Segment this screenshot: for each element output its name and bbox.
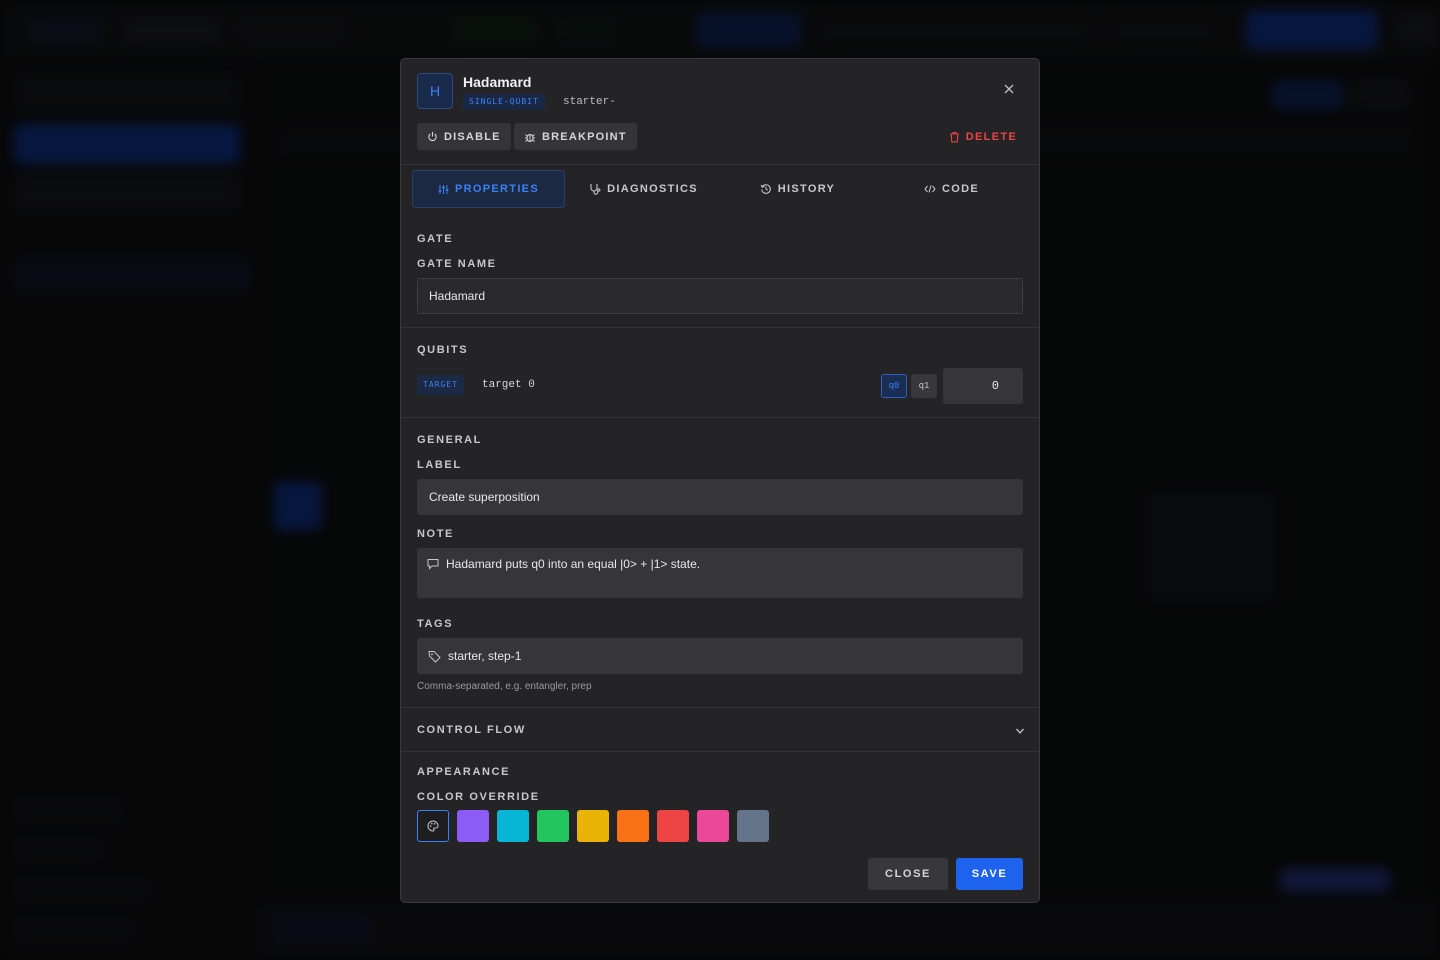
sliders-icon: [438, 184, 449, 194]
tag-icon: [428, 650, 441, 663]
label-field-label: LABEL: [417, 459, 462, 471]
color-reset-swatch[interactable]: [417, 810, 449, 842]
comment-icon: [427, 559, 439, 570]
disable-label: DISABLE: [444, 130, 501, 143]
code-icon: [924, 185, 936, 193]
tags-value: starter, step-1: [448, 649, 522, 663]
qubit-index-input[interactable]: 0: [943, 368, 1023, 404]
gate-properties-dialog: H Hadamard SINGLE-QUBIT starter- DISABLE…: [400, 58, 1040, 903]
gate-section-heading: GATE: [417, 233, 454, 245]
general-section-heading: GENERAL: [417, 434, 482, 446]
palette-icon: [427, 820, 439, 832]
color-swatch-orange[interactable]: [617, 810, 649, 842]
tab-label: CODE: [942, 183, 979, 195]
tab-label: HISTORY: [777, 183, 836, 195]
bug-icon: [525, 133, 535, 142]
qubit-role-badge: TARGET: [417, 375, 464, 395]
dialog-header: H Hadamard SINGLE-QUBIT starter-: [417, 73, 1025, 113]
color-swatch-cyan[interactable]: [497, 810, 529, 842]
color-swatch-green[interactable]: [537, 810, 569, 842]
breakpoint-label: BREAKPOINT: [542, 130, 627, 143]
close-button[interactable]: CLOSE: [868, 858, 948, 890]
note-value: Hadamard puts q0 into an equal |0> + |1>…: [446, 557, 701, 571]
note-textarea[interactable]: Hadamard puts q0 into an equal |0> + |1>…: [417, 548, 1023, 598]
disable-button[interactable]: DISABLE: [417, 123, 511, 150]
qubit-role-text: target 0: [482, 379, 535, 391]
color-swatch-pink[interactable]: [697, 810, 729, 842]
close-icon[interactable]: [997, 77, 1021, 101]
label-input[interactable]: Create superposition: [417, 479, 1023, 515]
color-override-label: COLOR OVERRIDE: [417, 791, 540, 803]
color-swatch-slate[interactable]: [737, 810, 769, 842]
tags-field-label: TAGS: [417, 618, 454, 630]
qubit-chip-q0[interactable]: q0: [881, 374, 907, 398]
delete-button[interactable]: DELETE: [941, 123, 1025, 150]
divider: [401, 327, 1039, 328]
power-icon: [428, 131, 437, 142]
color-swatch-red[interactable]: [657, 810, 689, 842]
dialog-tabs: PROPERTIES DIAGNOSTICS HISTORY CODE: [412, 170, 1030, 210]
label-input-value: Create superposition: [429, 490, 540, 504]
gate-symbol-badge: H: [417, 73, 453, 109]
gate-actions: DISABLE BREAKPOINT DELETE: [417, 123, 1025, 151]
color-swatch-purple[interactable]: [457, 810, 489, 842]
tab-properties[interactable]: PROPERTIES: [412, 170, 565, 208]
qubits-section-heading: QUBITS: [417, 344, 469, 356]
tab-history[interactable]: HISTORY: [721, 170, 874, 208]
gate-kind-badge: SINGLE-QUBIT: [463, 94, 545, 110]
chevron-down-icon: [1015, 723, 1025, 741]
dialog-title: Hadamard: [463, 74, 532, 90]
history-icon: [760, 184, 771, 194]
gate-name-value: Hadamard: [429, 289, 486, 303]
trash-icon: [949, 131, 959, 143]
divider: [401, 751, 1039, 752]
tags-hint: Comma-separated, e.g. entangler, prep: [417, 681, 592, 692]
divider: [401, 707, 1039, 708]
delete-label: DELETE: [965, 130, 1017, 143]
tags-input[interactable]: starter, step-1: [417, 638, 1023, 674]
tab-label: DIAGNOSTICS: [607, 183, 698, 195]
control-flow-heading: CONTROL FLOW: [417, 724, 526, 736]
gate-name-input[interactable]: Hadamard: [417, 278, 1023, 314]
gate-id: starter-: [563, 96, 616, 108]
save-button[interactable]: SAVE: [956, 858, 1023, 890]
breakpoint-button[interactable]: BREAKPOINT: [514, 123, 637, 150]
note-field-label: NOTE: [417, 528, 454, 540]
control-flow-toggle[interactable]: CONTROL FLOW: [417, 723, 1025, 739]
divider: [401, 417, 1039, 418]
divider: [401, 164, 1039, 165]
tab-label: PROPERTIES: [455, 183, 539, 195]
tab-code[interactable]: CODE: [875, 170, 1028, 208]
gate-name-label: GATE NAME: [417, 258, 497, 270]
qubit-chip-q1[interactable]: q1: [911, 374, 937, 398]
tab-diagnostics[interactable]: DIAGNOSTICS: [567, 170, 720, 208]
stethoscope-icon: [590, 184, 601, 195]
color-swatch-yellow[interactable]: [577, 810, 609, 842]
appearance-section-heading: APPEARANCE: [417, 766, 511, 778]
